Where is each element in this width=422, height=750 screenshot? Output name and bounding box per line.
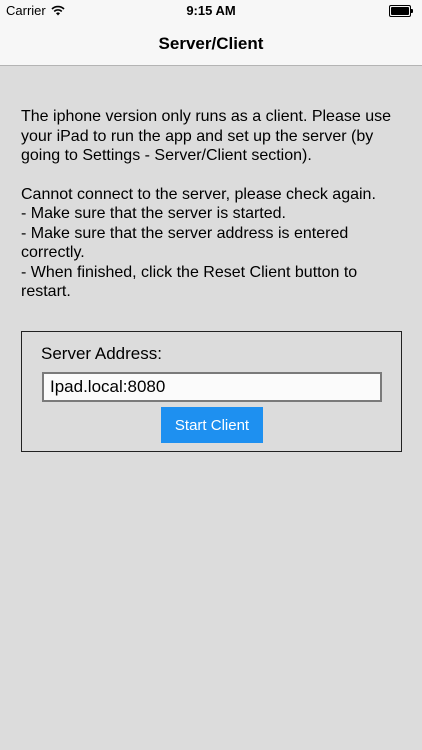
server-address-label: Server Address:: [41, 344, 162, 363]
info-text: The iphone version only runs as a client…: [21, 107, 406, 302]
battery-fill: [391, 7, 409, 15]
server-address-panel: Server Address: Start Client: [21, 331, 402, 452]
page-title: Server/Client: [158, 34, 264, 53]
navigation-bar: Server/Client: [0, 22, 422, 66]
start-client-button[interactable]: Start Client: [161, 407, 263, 443]
server-address-input[interactable]: [42, 372, 382, 402]
connection-error-notice: Cannot connect to the server, please che…: [21, 185, 376, 301]
status-time: 9:15 AM: [186, 3, 236, 18]
status-bar: Carrier 9:15 AM: [0, 0, 422, 22]
battery-icon: [389, 5, 414, 17]
client-only-notice: The iphone version only runs as a client…: [21, 108, 391, 164]
